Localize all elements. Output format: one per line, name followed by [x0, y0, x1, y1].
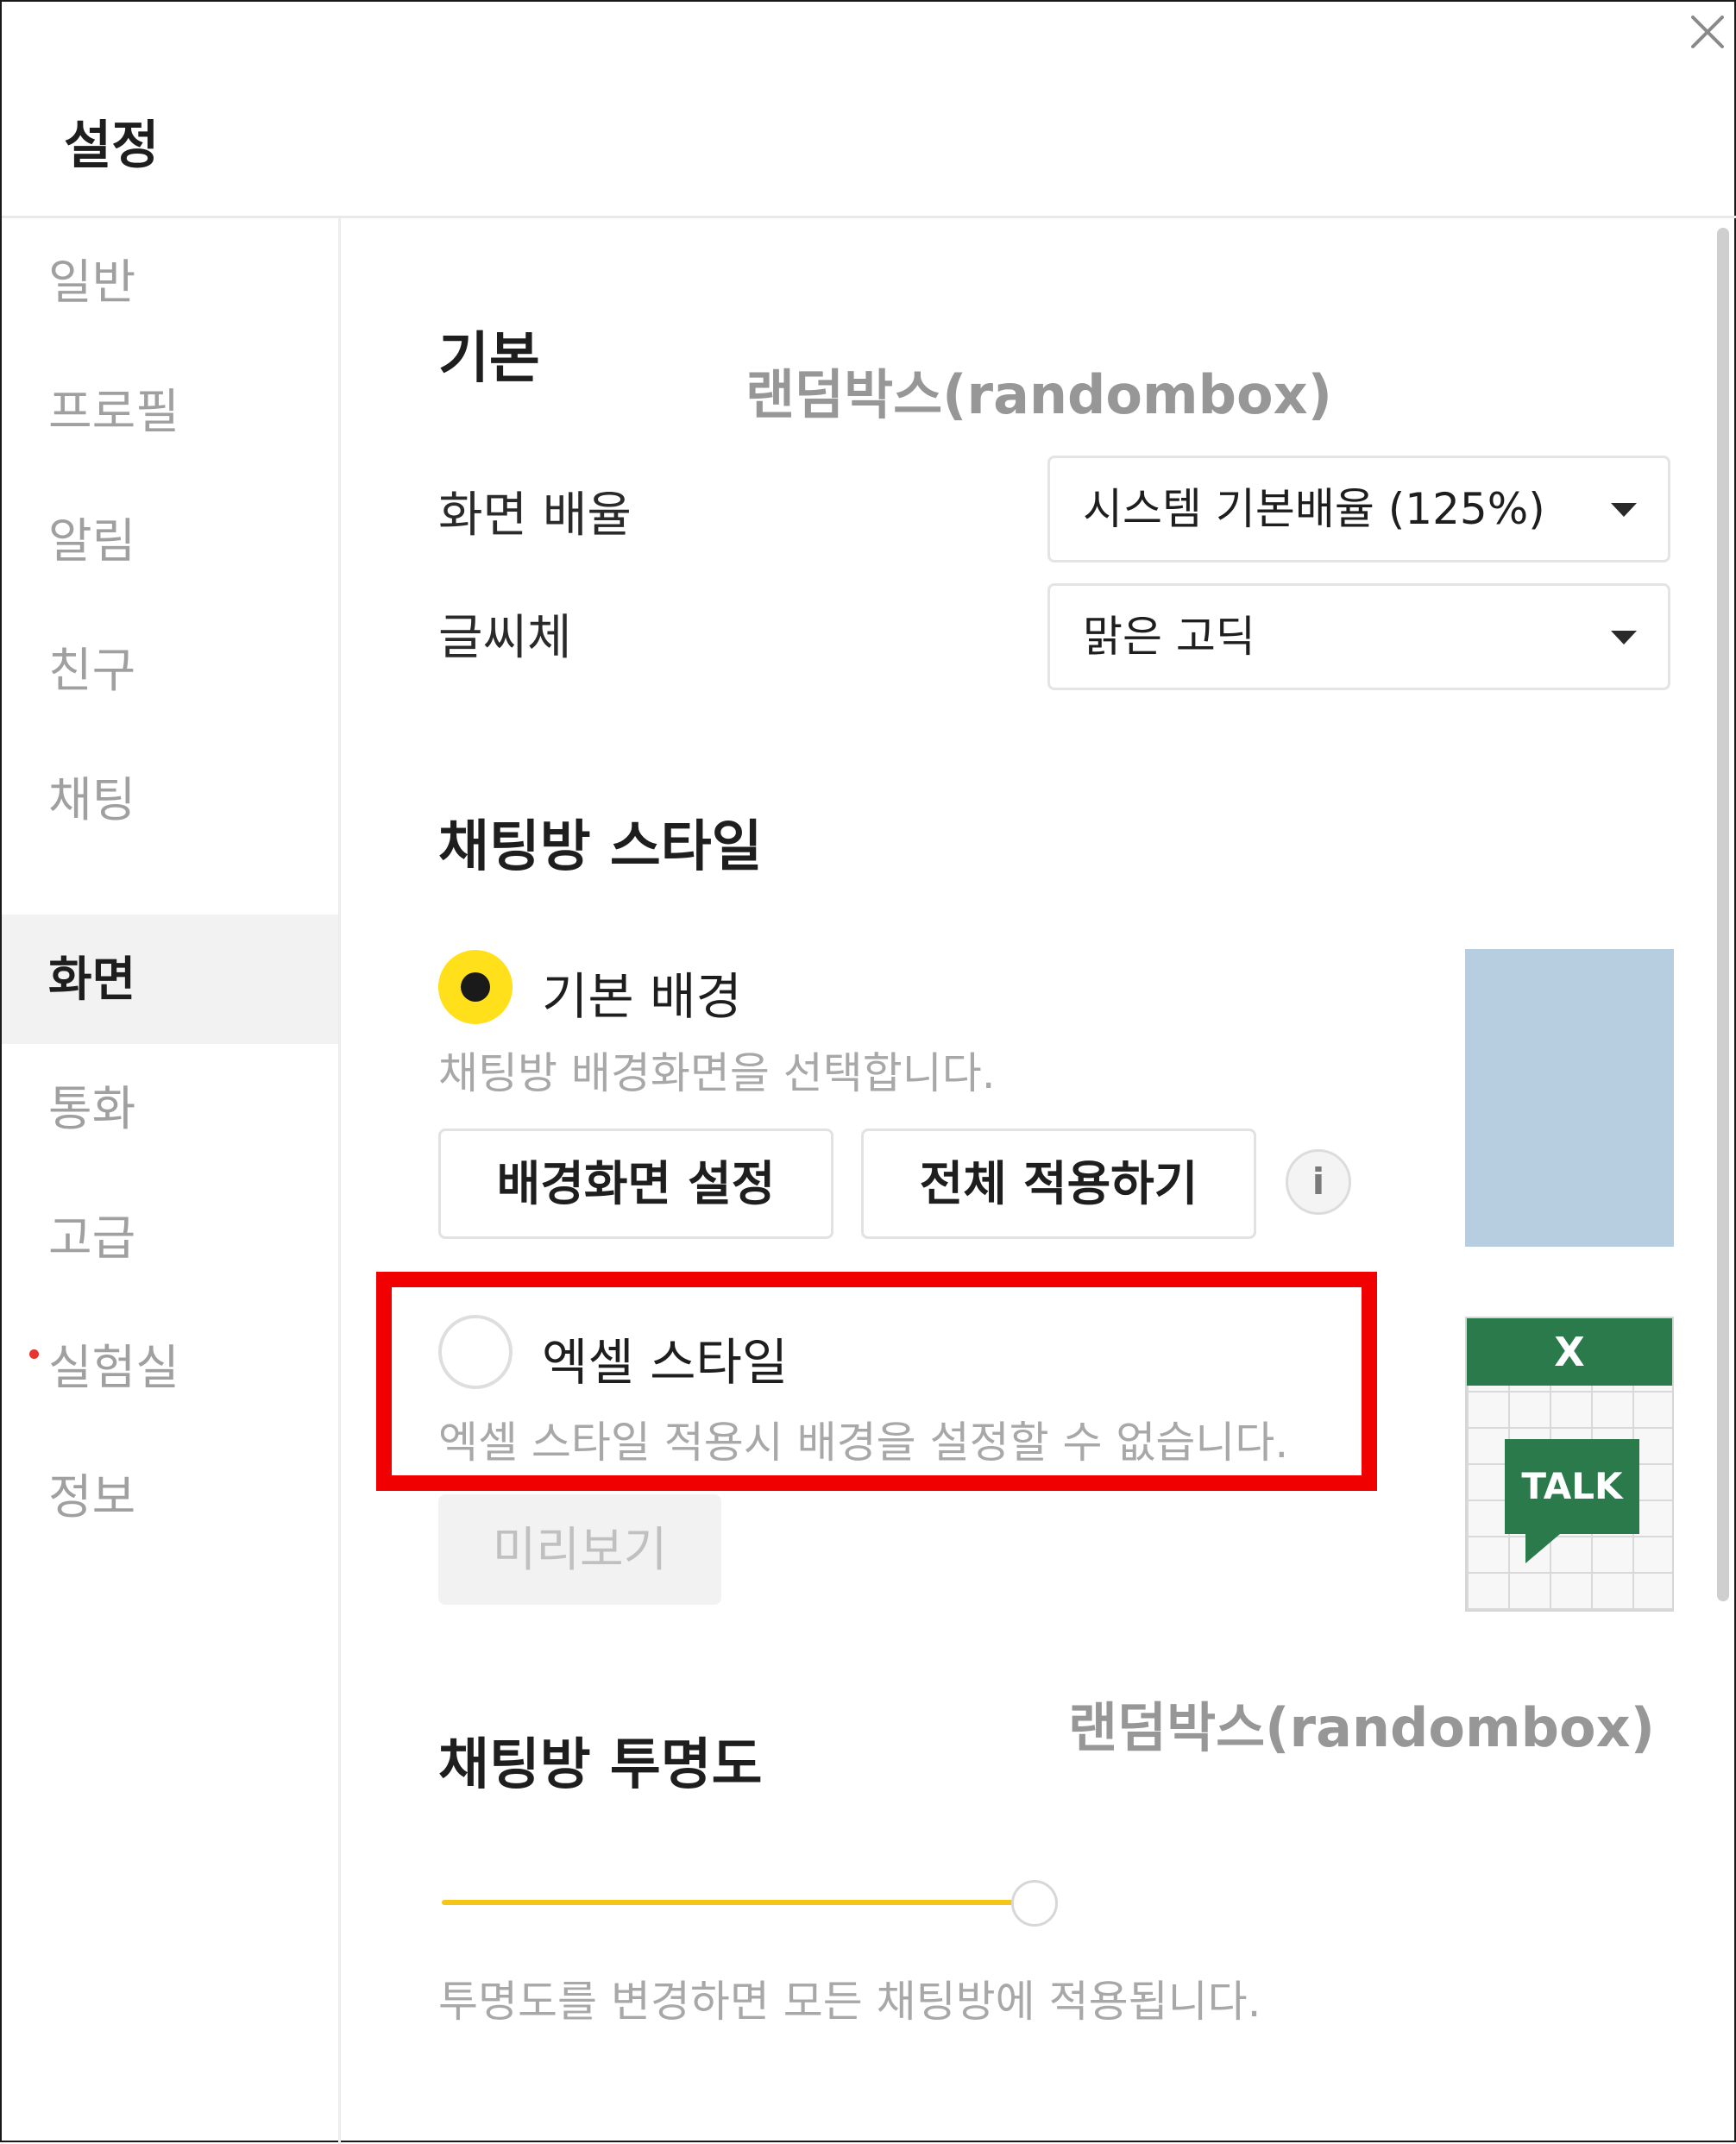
chevron-down-icon: [1611, 631, 1637, 644]
sidebar-item-label: 정보: [48, 1469, 136, 1525]
sidebar-item-call[interactable]: 통화: [2, 1044, 338, 1173]
new-badge-dot: [29, 1349, 39, 1359]
default-background-radio[interactable]: [438, 950, 513, 1024]
default-background-desc: 채팅방 배경화면을 선택합니다.: [438, 1048, 996, 1098]
close-icon[interactable]: [1686, 10, 1729, 53]
scale-select[interactable]: 시스템 기본배율 (125%): [1047, 456, 1670, 563]
sidebar-item-label: 친구: [48, 643, 136, 698]
set-background-button[interactable]: 배경화면 설정: [438, 1129, 833, 1239]
sidebar-item-label: 실험실: [48, 1340, 179, 1395]
watermark-text: 랜덤박스(randombox): [1068, 1696, 1655, 1759]
transparency-desc: 투명도를 변경하면 모든 채팅방에 적용됩니다.: [438, 1977, 1261, 2027]
info-icon[interactable]: i: [1286, 1149, 1351, 1215]
transparency-slider-track[interactable]: [442, 1900, 1035, 1905]
sidebar-item-labs[interactable]: 실험실: [2, 1303, 338, 1432]
sidebar-item-display[interactable]: 화면: [2, 915, 338, 1044]
sidebar-item-label: 일반: [48, 255, 136, 310]
talk-badge: TALK: [1505, 1439, 1639, 1534]
sidebar-item-label: 화면: [48, 952, 136, 1007]
sidebar-item-friends[interactable]: 친구: [2, 606, 338, 735]
page-title: 설정: [64, 116, 160, 176]
excel-logo-icon: X: [1467, 1318, 1672, 1386]
font-label: 글씨체: [438, 610, 572, 666]
excel-style-label: 엑셀 스타일: [542, 1333, 789, 1392]
scale-label: 화면 배율: [438, 487, 632, 544]
excel-style-preview: X TALK: [1465, 1317, 1674, 1612]
apply-all-button[interactable]: 전체 적용하기: [861, 1129, 1256, 1239]
settings-window: 설정 일반 프로필 알림 친구 채팅 화면 통화 고급 실험실 정보 기본 화면…: [0, 0, 1736, 2144]
section-heading-chat-style: 채팅방 스타일: [438, 815, 763, 879]
section-heading-basic: 기본: [438, 327, 540, 391]
sidebar: 일반 프로필 알림 친구 채팅 화면 통화 고급 실험실 정보: [2, 217, 341, 2144]
watermark-text: 랜덤박스(randombox): [745, 363, 1332, 426]
chevron-down-icon: [1611, 503, 1637, 517]
scrollbar[interactable]: [1717, 228, 1729, 1601]
sidebar-item-label: 채팅: [48, 772, 136, 827]
section-heading-transparency: 채팅방 투명도: [438, 1733, 763, 1797]
sidebar-item-label: 통화: [48, 1081, 136, 1136]
excel-style-radio[interactable]: [438, 1315, 513, 1389]
talk-bubble-tail: [1525, 1534, 1560, 1563]
sidebar-item-label: 알림: [48, 513, 136, 569]
sidebar-item-profile[interactable]: 프로필: [2, 347, 338, 476]
font-select-value: 맑은 고딕: [1083, 612, 1255, 662]
sidebar-item-general[interactable]: 일반: [2, 217, 338, 347]
scale-select-value: 시스템 기본배율 (125%): [1083, 484, 1545, 534]
preview-button[interactable]: 미리보기: [438, 1494, 721, 1605]
sidebar-item-chat[interactable]: 채팅: [2, 735, 338, 865]
sidebar-item-label: 고급: [48, 1210, 136, 1266]
sidebar-item-label: 프로필: [48, 384, 179, 439]
sidebar-item-notifications[interactable]: 알림: [2, 476, 338, 606]
sidebar-item-info[interactable]: 정보: [2, 1432, 338, 1562]
default-background-preview: [1465, 949, 1674, 1247]
sidebar-item-advanced[interactable]: 고급: [2, 1173, 338, 1303]
excel-style-desc: 엑셀 스타일 적용시 배경을 설정할 수 없습니다.: [438, 1418, 1289, 1468]
default-background-label: 기본 배경: [542, 967, 742, 1026]
transparency-slider-thumb[interactable]: [1011, 1880, 1058, 1927]
font-select[interactable]: 맑은 고딕: [1047, 583, 1670, 690]
